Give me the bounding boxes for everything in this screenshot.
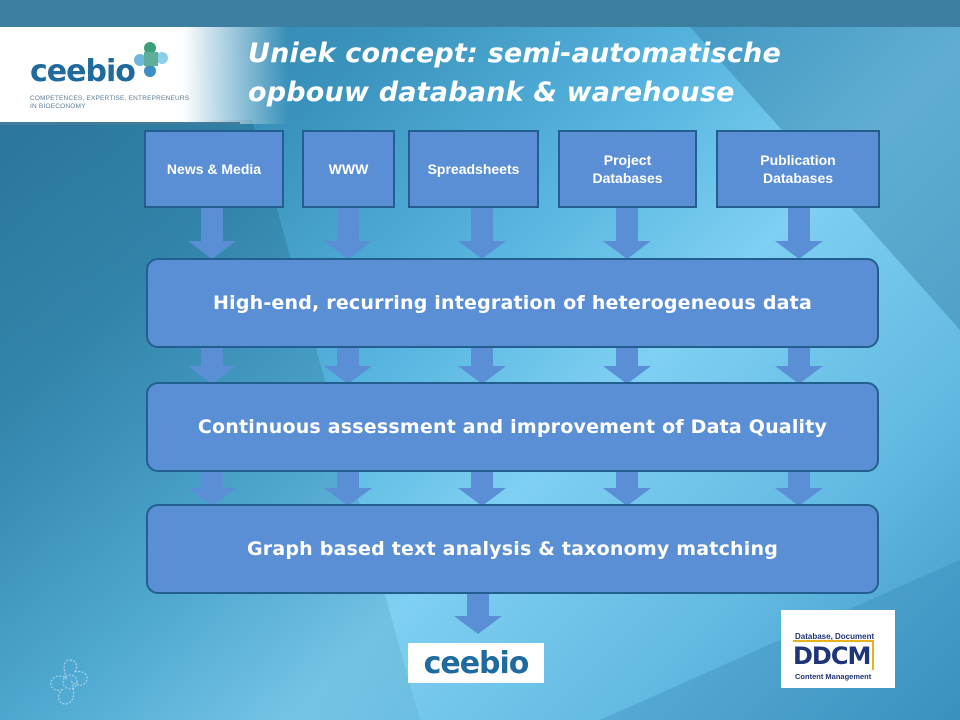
source-arrow bbox=[188, 208, 236, 259]
stage-integration: High-end, recurring integration of heter… bbox=[146, 258, 879, 348]
stage-arrow bbox=[324, 470, 372, 506]
stage-arrow bbox=[458, 470, 506, 506]
output-logo-text: ceebio bbox=[423, 645, 530, 681]
ceebio-output-logo: ceebio bbox=[408, 643, 544, 683]
stage-arrow bbox=[775, 470, 823, 506]
source-arrow bbox=[324, 208, 372, 259]
stage-arrow bbox=[324, 346, 372, 384]
source-arrow bbox=[775, 208, 823, 259]
stage-arrow bbox=[603, 470, 651, 506]
watermark-cross-icon bbox=[50, 659, 88, 705]
stage-data-quality: Continuous assessment and improvement of… bbox=[146, 382, 879, 472]
ddcm-bottom-text: Content Management bbox=[795, 672, 872, 681]
source-arrow bbox=[458, 208, 506, 259]
stage-arrow bbox=[775, 346, 823, 384]
stage-label: Graph based text analysis & taxonomy mat… bbox=[247, 538, 778, 560]
stage-arrow bbox=[458, 346, 506, 384]
ddcm-main-text: DDCM bbox=[793, 640, 875, 670]
source-arrow bbox=[603, 208, 651, 259]
output-arrow bbox=[454, 592, 502, 634]
stage-label: High-end, recurring integration of heter… bbox=[213, 292, 812, 314]
stage-arrow bbox=[603, 346, 651, 384]
ddcm-logo: Database, Document DDCM Content Manageme… bbox=[781, 610, 895, 688]
stage-label: Continuous assessment and improvement of… bbox=[197, 416, 828, 438]
stage-text-analysis: Graph based text analysis & taxonomy mat… bbox=[146, 504, 879, 594]
stage-arrow bbox=[188, 470, 236, 506]
stage-arrow bbox=[188, 346, 236, 384]
